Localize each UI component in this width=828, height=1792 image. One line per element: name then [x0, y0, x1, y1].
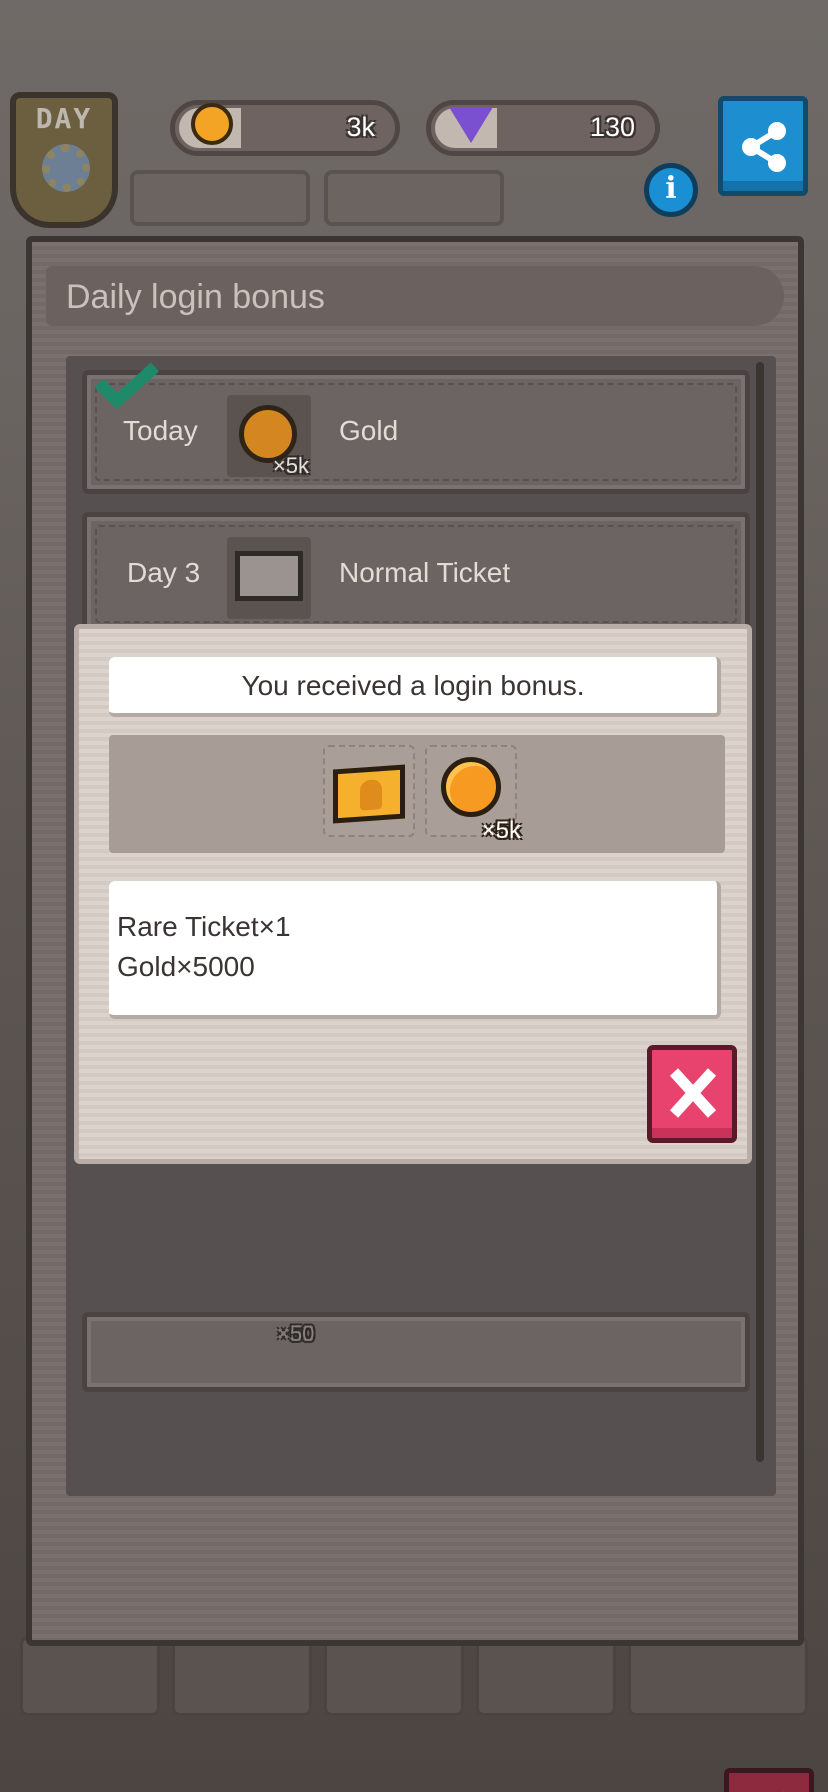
row-multiplier: ×50 [277, 1321, 315, 1346]
popup-close-button[interactable] [647, 1045, 737, 1143]
row-multiplier: ×5k [272, 453, 309, 478]
info-button[interactable]: i [644, 163, 698, 217]
panel-title: Daily login bonus [66, 278, 325, 316]
share-icon [742, 122, 786, 172]
share-button[interactable] [718, 96, 808, 196]
status-slot [324, 170, 504, 226]
gold-counter: 3k [170, 100, 400, 156]
info-icon: i [665, 171, 677, 206]
gem-amount: 130 [589, 112, 635, 142]
status-slot [130, 170, 310, 226]
nav-item[interactable] [628, 1636, 808, 1716]
close-icon [669, 1068, 717, 1118]
gold-coin-icon [441, 757, 501, 817]
day-badge-label: DAY [35, 102, 93, 135]
reward-slot [323, 745, 415, 837]
nav-item[interactable] [324, 1636, 464, 1716]
nav-item[interactable] [20, 1636, 160, 1716]
reward-strip: ×5k [109, 735, 725, 853]
panel-header: Daily login bonus [46, 266, 784, 326]
bonus-row-hidden: ×50 [82, 1312, 750, 1392]
close-icon [754, 1791, 784, 1792]
nav-item[interactable] [172, 1636, 312, 1716]
detail-line: Gold×5000 [117, 951, 255, 982]
row-item-name: Normal Ticket [339, 557, 511, 588]
gem-counter: 130 [426, 100, 660, 156]
normal-ticket-icon [235, 551, 303, 601]
bottom-nav [20, 1636, 808, 1716]
day-badge: DAY [10, 92, 118, 228]
globe-icon [42, 144, 90, 192]
scrollbar[interactable] [756, 362, 764, 1462]
detail-line: Rare Ticket×1 [117, 911, 291, 942]
row-day-label: Day 3 [127, 557, 201, 588]
reward-details: Rare Ticket×1 Gold×5000 [109, 881, 721, 1019]
reward-multiplier: ×5k [481, 817, 521, 844]
row-day-label: Today [123, 415, 198, 446]
close-button[interactable] [724, 1768, 814, 1792]
nav-item[interactable] [476, 1636, 616, 1716]
row-item-box: ×5k [227, 395, 311, 478]
message-box: You received a login bonus. [109, 657, 721, 717]
reward-slot: ×5k [425, 745, 521, 844]
gold-amount: 3k [346, 112, 375, 142]
row-item-box [227, 537, 311, 619]
bonus-row-today: Today ×5k Gold [82, 362, 750, 494]
bonus-row-day3: Day 3 Normal Ticket [82, 512, 750, 636]
gold-coin-icon [191, 103, 233, 145]
row-item-name: Gold [339, 415, 399, 446]
purple-gem-icon [449, 107, 493, 143]
checkmark-icon [94, 362, 160, 410]
login-bonus-popup: You received a login bonus. ×5k Rare Tic… [74, 624, 752, 1164]
popup-message: You received a login bonus. [241, 670, 585, 701]
rare-ticket-icon [333, 764, 405, 824]
